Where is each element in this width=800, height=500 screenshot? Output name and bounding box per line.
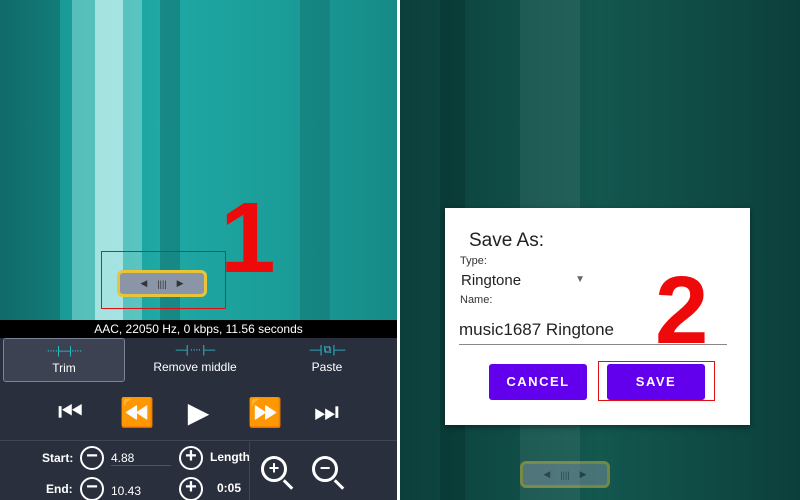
right-arrow-icon: ▶ [579, 469, 587, 479]
start-input[interactable]: 4.88 [111, 451, 171, 466]
tool-label: Paste [311, 360, 343, 374]
end-input[interactable]: 10.43 [111, 484, 141, 498]
start-label: Start: [42, 451, 74, 465]
transport-controls: ⏮ ⏪ ▶ ⏩ ⏭ [0, 392, 397, 432]
right-arrow-icon: ▶ [176, 278, 184, 288]
end-label: End: [46, 482, 73, 496]
length-label: Length [210, 450, 250, 464]
waveform[interactable]: ◀ |||| ▶ 1 [0, 0, 397, 320]
grip-icon: |||| [560, 469, 570, 480]
name-label: Name: [460, 294, 493, 306]
grip-icon: |||| [157, 278, 167, 289]
tool-label: Trim [52, 361, 76, 375]
save-as-dialog: Save As: Type: Ringtone ▼ Name: music168… [445, 208, 750, 425]
type-label: Type: [460, 255, 487, 267]
selection-handle[interactable]: ◀ |||| ▶ [117, 270, 207, 297]
skip-end-icon[interactable]: ⏭ [312, 396, 342, 429]
dialog-title: Save As: [469, 230, 544, 251]
fast-forward-icon[interactable]: ⏩ [248, 396, 283, 429]
type-value: Ringtone [461, 272, 522, 289]
selection-handle: ◀ |||| ▶ [520, 461, 610, 488]
type-select[interactable]: Ringtone ▼ [461, 272, 585, 294]
divider [0, 440, 397, 441]
left-arrow-icon: ◀ [543, 469, 551, 479]
file-info: AAC, 22050 Hz, 0 kbps, 11.56 seconds [0, 320, 397, 338]
zoom-in-icon[interactable]: + [261, 456, 287, 482]
play-icon[interactable]: ▶ [184, 396, 214, 429]
skip-start-icon[interactable]: ⏮ [56, 396, 86, 429]
tool-remove-middle[interactable]: —| ···· |— Remove middle [134, 338, 256, 382]
length-value: 0:05 [217, 481, 242, 495]
left-arrow-icon: ◀ [140, 278, 148, 288]
annotation-number: 1 [220, 182, 276, 294]
dropdown-arrow-icon: ▼ [575, 274, 585, 285]
tool-trim[interactable]: ····|—|···· Trim [3, 338, 125, 382]
divider [249, 442, 250, 500]
editor-left-panel: ◀ |||| ▶ 1 AAC, 22050 Hz, 0 kbps, 11.56 se… [0, 0, 397, 500]
start-increase-button[interactable]: + [179, 446, 203, 470]
paste-icon: —| ⧉ |— [309, 344, 346, 356]
trim-icon: ····|—|···· [46, 345, 82, 357]
start-decrease-button[interactable]: − [80, 446, 104, 470]
annotation-number: 2 [655, 257, 709, 364]
highlight-box [598, 361, 715, 401]
rewind-icon[interactable]: ⏪ [120, 396, 155, 429]
cancel-button[interactable]: CANCEL [489, 364, 587, 400]
remove-middle-icon: —| ···· |— [175, 344, 215, 356]
zoom-out-icon[interactable]: − [312, 456, 338, 482]
end-increase-button[interactable]: + [179, 477, 203, 500]
end-decrease-button[interactable]: − [80, 477, 104, 500]
tool-paste[interactable]: —| ⧉ |— Paste [266, 338, 388, 382]
tool-label: Remove middle [153, 360, 237, 374]
